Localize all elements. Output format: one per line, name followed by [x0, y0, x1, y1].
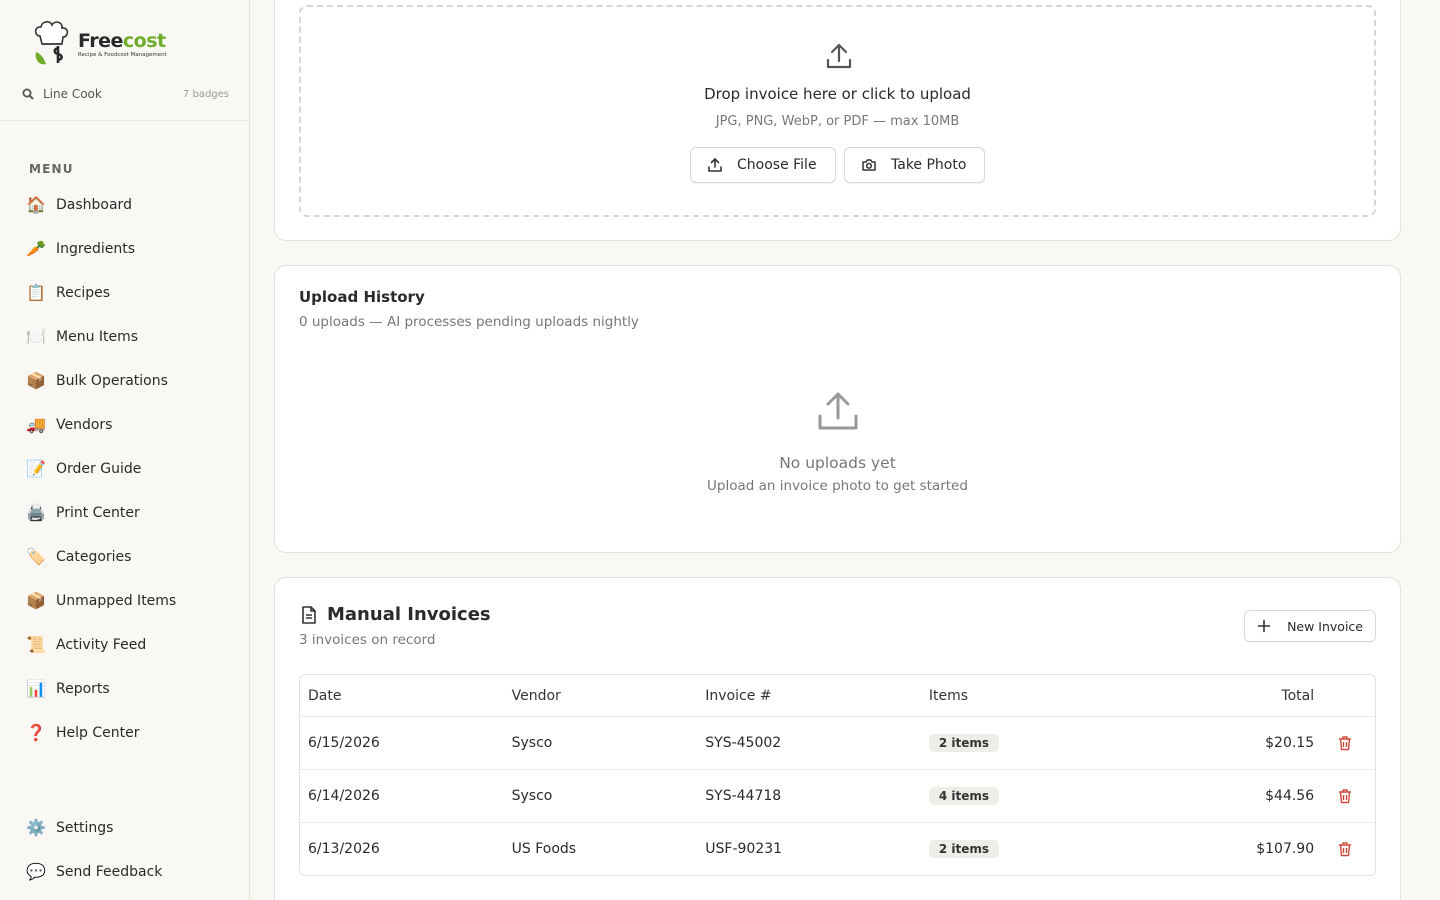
sidebar-item-ingredients[interactable]: 🥕 Ingredients: [20, 227, 230, 271]
sidebar-item-help-center[interactable]: ❓ Help Center: [20, 711, 230, 755]
table-header-row: Date Vendor Invoice # Items Total: [300, 675, 1375, 716]
choose-file-button[interactable]: Choose File: [690, 147, 836, 183]
items-count-badge: 2 items: [928, 840, 1000, 858]
bar-chart-icon: 📊: [26, 679, 46, 698]
app-logo[interactable]: Freecost Recipe & Foodcost Management: [32, 20, 167, 68]
sidebar-item-send-feedback[interactable]: 💬 Send Feedback: [20, 850, 230, 894]
table-row[interactable]: 6/13/2026 US Foods USF-90231 2 items $10…: [300, 822, 1375, 875]
upload-card: Drop invoice here or click to upload JPG…: [274, 0, 1401, 241]
items-count-badge: 4 items: [928, 787, 1000, 805]
column-header-invoice-number[interactable]: Invoice #: [705, 688, 929, 704]
search-icon: [22, 88, 34, 100]
manual-invoices-card: Manual Invoices 3 invoices on record New…: [274, 577, 1401, 900]
main-nav: 🏠 Dashboard 🥕 Ingredients 📋 Recipes 🍽️ Menu …: [20, 183, 230, 755]
upload-icon: [708, 158, 722, 172]
upload-history-card: Upload History 0 uploads — AI processes …: [274, 265, 1401, 553]
house-icon: 🏠: [26, 195, 46, 214]
memo-icon: 📝: [26, 459, 46, 478]
invoice-vendor: US Foods: [511, 841, 577, 857]
take-photo-button[interactable]: Take Photo: [844, 147, 985, 183]
dropzone-subtitle: JPG, PNG, WebP, or PDF — max 10MB: [715, 114, 960, 129]
speech-bubble-icon: 💬: [26, 862, 46, 881]
printer-icon: 🖨️: [26, 503, 46, 522]
table-row[interactable]: 6/14/2026 Sysco SYS-44718 4 items $44.56: [300, 769, 1375, 822]
invoice-total: $107.90: [1256, 841, 1315, 857]
sidebar-item-reports[interactable]: 📊 Reports: [20, 667, 230, 711]
invoice-number: SYS-45002: [705, 735, 782, 751]
column-header-total[interactable]: Total: [1128, 688, 1314, 704]
sidebar-item-activity-feed[interactable]: 📜 Activity Feed: [20, 623, 230, 667]
invoice-date: 6/15/2026: [308, 735, 380, 751]
invoice-number: SYS-44718: [705, 788, 782, 804]
user-profile[interactable]: Line Cook 7 badges: [22, 87, 229, 101]
camera-icon: [862, 159, 876, 171]
sidebar: Freecost Recipe & Foodcost Management Li…: [0, 0, 250, 900]
chef-hat-logo-icon: [34, 21, 69, 65]
manual-invoices-title: Manual Invoices: [327, 604, 491, 625]
badge-count[interactable]: 7 badges: [183, 89, 229, 100]
table-row[interactable]: 6/15/2026 Sysco SYS-45002 2 items $20.15: [300, 716, 1375, 769]
clipboard-icon: 📋: [26, 283, 46, 302]
user-role: Line Cook: [43, 87, 102, 101]
logo-wordmark: Freecost: [78, 29, 166, 52]
sidebar-divider: [0, 120, 249, 121]
scroll-icon: 📜: [26, 635, 46, 654]
truck-icon: 🚚: [26, 415, 46, 434]
empty-state-subtitle: Upload an invoice photo to get started: [707, 478, 968, 494]
column-header-items[interactable]: Items: [929, 688, 1129, 704]
sidebar-item-settings[interactable]: ⚙️ Settings: [20, 806, 230, 850]
sidebar-item-print-center[interactable]: 🖨️ Print Center: [20, 491, 230, 535]
sidebar-item-dashboard[interactable]: 🏠 Dashboard: [20, 183, 230, 227]
sidebar-item-unmapped-items[interactable]: 📦 Unmapped Items: [20, 579, 230, 623]
invoice-vendor: Sysco: [511, 735, 553, 751]
invoice-total: $20.15: [1265, 735, 1315, 751]
bottom-nav: ⚙️ Settings 💬 Send Feedback: [20, 806, 230, 894]
manual-invoices-subtitle: 3 invoices on record: [299, 632, 436, 648]
invoice-number: USF-90231: [705, 841, 783, 857]
dropzone-title: Drop invoice here or click to upload: [704, 85, 971, 103]
invoice-vendor: Sysco: [511, 788, 553, 804]
items-count-badge: 2 items: [928, 734, 1000, 752]
invoices-table: Date Vendor Invoice # Items Total 6/15/2…: [299, 674, 1376, 876]
upload-history-subtitle: 0 uploads — AI processes pending uploads…: [299, 314, 639, 330]
plate-icon: 🍽️: [26, 327, 46, 346]
upload-icon: [826, 43, 852, 69]
invoice-dropzone[interactable]: Drop invoice here or click to upload JPG…: [299, 5, 1376, 217]
plus-icon: [1257, 619, 1271, 633]
sidebar-item-menu-items[interactable]: 🍽️ Menu Items: [20, 315, 230, 359]
trash-icon[interactable]: [1337, 788, 1353, 804]
invoice-date: 6/14/2026: [308, 788, 380, 804]
logo-tagline: Recipe & Foodcost Management: [78, 51, 167, 58]
sidebar-item-order-guide[interactable]: 📝 Order Guide: [20, 447, 230, 491]
invoice-total: $44.56: [1265, 788, 1315, 804]
upload-history-title: Upload History: [299, 288, 425, 306]
carrot-icon: 🥕: [26, 239, 46, 258]
sidebar-item-vendors[interactable]: 🚚 Vendors: [20, 403, 230, 447]
gear-icon: ⚙️: [26, 818, 46, 837]
column-header-date[interactable]: Date: [300, 688, 512, 704]
tag-icon: 🏷️: [26, 547, 46, 566]
empty-state-title: No uploads yet: [779, 454, 896, 472]
invoice-date: 6/13/2026: [308, 841, 380, 857]
document-icon: [302, 605, 316, 624]
package-icon: 📦: [26, 591, 46, 610]
column-header-vendor[interactable]: Vendor: [512, 688, 706, 704]
trash-icon[interactable]: [1337, 841, 1353, 857]
sidebar-item-bulk-operations[interactable]: 📦 Bulk Operations: [20, 359, 230, 403]
trash-icon[interactable]: [1337, 735, 1353, 751]
package-icon: 📦: [26, 371, 46, 390]
sidebar-item-categories[interactable]: 🏷️ Categories: [20, 535, 230, 579]
question-mark-icon: ❓: [26, 723, 46, 742]
new-invoice-button[interactable]: New Invoice: [1244, 610, 1376, 642]
menu-section-label: MENU: [29, 162, 74, 176]
upload-icon: [818, 392, 858, 430]
sidebar-item-recipes[interactable]: 📋 Recipes: [20, 271, 230, 315]
